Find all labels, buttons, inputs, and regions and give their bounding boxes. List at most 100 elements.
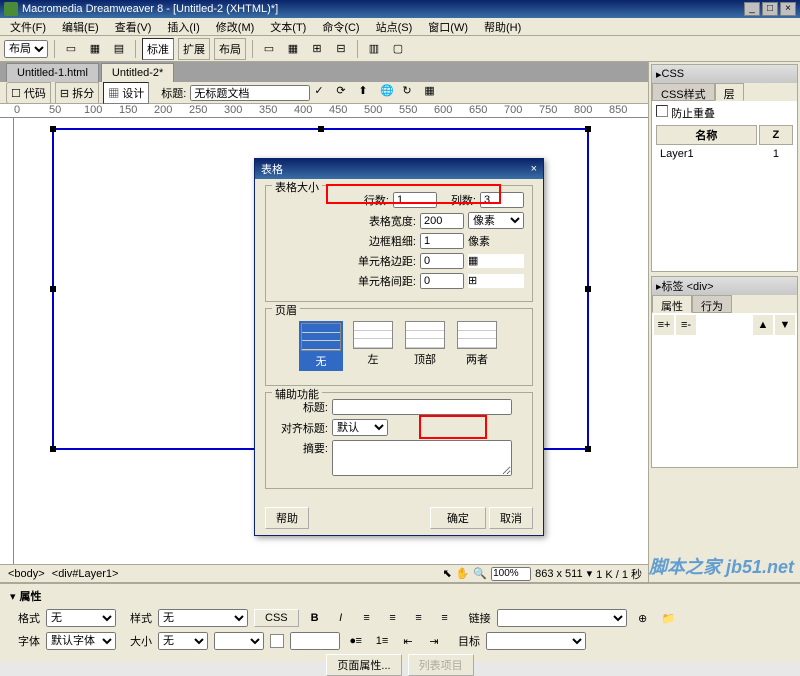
code-view-button[interactable]: 代码: [24, 88, 46, 100]
layout-icon-1[interactable]: ▭: [61, 39, 81, 59]
expanded-mode-button[interactable]: 扩展: [178, 38, 210, 60]
caption-input[interactable]: [332, 399, 512, 415]
layers-tab[interactable]: 层: [715, 83, 744, 101]
cellspacing-input[interactable]: [420, 273, 464, 289]
format-select[interactable]: 无: [46, 609, 116, 627]
header-none-option[interactable]: 无: [299, 321, 343, 371]
toolbar-icon[interactable]: ▭: [259, 39, 279, 59]
behavior-down-icon[interactable]: ▼: [775, 315, 795, 335]
zoom-input[interactable]: [491, 567, 531, 581]
summary-textarea[interactable]: [332, 440, 512, 476]
menu-item[interactable]: 帮助(H): [478, 17, 527, 37]
browse-folder-icon[interactable]: 📁: [659, 608, 679, 628]
layout-icon-3[interactable]: ▤: [109, 39, 129, 59]
toolbar-icon[interactable]: ▢: [388, 39, 408, 59]
point-to-file-icon[interactable]: ⊕: [633, 608, 653, 628]
outdent-icon[interactable]: ⇤: [398, 631, 418, 651]
tab-untitled-1[interactable]: Untitled-1.html: [6, 63, 99, 82]
header-top-option[interactable]: 顶部: [403, 321, 447, 371]
menu-item[interactable]: 修改(M): [210, 17, 261, 37]
menu-item[interactable]: 插入(I): [161, 17, 205, 37]
cellspacing-icon: ⊞: [468, 274, 524, 288]
attributes-tab[interactable]: 属性: [652, 295, 692, 313]
menu-item[interactable]: 查看(V): [109, 17, 158, 37]
zoom-tool-icon[interactable]: 🔍: [473, 567, 487, 580]
menu-item[interactable]: 文件(F): [4, 17, 52, 37]
split-view-button[interactable]: 拆分: [72, 88, 94, 100]
layout-mode-button[interactable]: 布局: [214, 38, 246, 60]
prevent-overlap-checkbox[interactable]: [656, 105, 668, 117]
browser-check-icon[interactable]: ⟳: [336, 84, 354, 102]
align-left-icon[interactable]: ≡: [357, 608, 377, 628]
cellpadding-input[interactable]: [420, 253, 464, 269]
standard-mode-button[interactable]: 标准: [142, 38, 174, 60]
menu-item[interactable]: 窗口(W): [422, 17, 474, 37]
doc-minimize-button[interactable]: _: [744, 2, 760, 16]
align-right-icon[interactable]: ≡: [409, 608, 429, 628]
header-both-option[interactable]: 两者: [455, 321, 499, 371]
document-title-input[interactable]: [190, 85, 310, 101]
toolbar-icon[interactable]: ⊞: [307, 39, 327, 59]
preview-icon[interactable]: 🌐: [380, 84, 398, 102]
table-row[interactable]: Layer11: [656, 147, 793, 161]
width-input[interactable]: [420, 213, 464, 229]
align-justify-icon[interactable]: ≡: [435, 608, 455, 628]
tab-untitled-2[interactable]: Untitled-2*: [101, 63, 174, 82]
ul-icon[interactable]: ⦁≡: [346, 631, 366, 651]
toolbar-icon[interactable]: ▦: [283, 39, 303, 59]
toolbar-icon[interactable]: ⊟: [331, 39, 351, 59]
css-styles-tab[interactable]: CSS样式: [652, 83, 715, 101]
tag-div-layer1[interactable]: <div#Layer1>: [50, 568, 121, 580]
header-left-option[interactable]: 左: [351, 321, 395, 371]
doc-maximize-button[interactable]: □: [762, 2, 778, 16]
insert-category-select[interactable]: 布局: [4, 40, 48, 58]
refresh-icon[interactable]: ↻: [402, 84, 420, 102]
window-size[interactable]: 863 x 511: [535, 568, 583, 580]
css-panel-header[interactable]: ▸ CSS: [652, 65, 797, 83]
ol-icon[interactable]: 1≡: [372, 631, 392, 651]
size-unit-select[interactable]: [214, 632, 264, 650]
layout-icon-2[interactable]: ▦: [85, 39, 105, 59]
help-button[interactable]: 帮助: [265, 507, 309, 529]
align-center-icon[interactable]: ≡: [383, 608, 403, 628]
menu-item[interactable]: 命令(C): [316, 17, 365, 37]
style-label: 样式: [122, 610, 152, 626]
border-input[interactable]: [420, 233, 464, 249]
tag-panel-header[interactable]: ▸ 标签 <div>: [652, 277, 797, 295]
design-view-button[interactable]: 设计: [122, 88, 144, 100]
behavior-add-icon[interactable]: ≡+: [654, 315, 674, 335]
indent-icon[interactable]: ⇥: [424, 631, 444, 651]
menu-item[interactable]: 站点(S): [370, 17, 419, 37]
style-select[interactable]: 无: [158, 609, 248, 627]
behaviors-tab[interactable]: 行为: [692, 295, 732, 313]
menu-item[interactable]: 编辑(E): [56, 17, 105, 37]
doc-close-button[interactable]: ×: [780, 2, 796, 16]
tag-body[interactable]: <body>: [6, 568, 47, 580]
color-swatch[interactable]: [270, 634, 284, 648]
dialog-titlebar[interactable]: 表格 ×: [255, 159, 543, 179]
align-caption-select[interactable]: 默认: [332, 419, 388, 436]
behavior-remove-icon[interactable]: ≡-: [676, 315, 696, 335]
link-select[interactable]: [497, 609, 627, 627]
validate-icon[interactable]: ✓: [314, 84, 332, 102]
width-unit-select[interactable]: 像素: [468, 212, 524, 229]
select-tool-icon[interactable]: ⬉: [442, 567, 451, 580]
hand-tool-icon[interactable]: ✋: [456, 567, 470, 580]
font-select[interactable]: 默认字体: [46, 632, 116, 650]
page-properties-button[interactable]: 页面属性...: [326, 654, 401, 676]
color-input[interactable]: [290, 632, 340, 650]
cancel-button[interactable]: 取消: [489, 507, 533, 529]
view-options-icon[interactable]: ▦: [424, 84, 442, 102]
target-select[interactable]: [486, 632, 586, 650]
ok-button[interactable]: 确定: [430, 507, 486, 529]
toolbar-icon[interactable]: ▥: [364, 39, 384, 59]
dialog-close-icon[interactable]: ×: [531, 163, 537, 175]
bold-icon[interactable]: B: [305, 608, 325, 628]
css-button[interactable]: CSS: [254, 609, 299, 627]
behavior-up-icon[interactable]: ▲: [753, 315, 773, 335]
list-item-button[interactable]: 列表项目: [408, 654, 474, 676]
file-mgmt-icon[interactable]: ⬆: [358, 84, 376, 102]
size-select[interactable]: 无: [158, 632, 208, 650]
menu-item[interactable]: 文本(T): [264, 17, 312, 37]
italic-icon[interactable]: I: [331, 608, 351, 628]
